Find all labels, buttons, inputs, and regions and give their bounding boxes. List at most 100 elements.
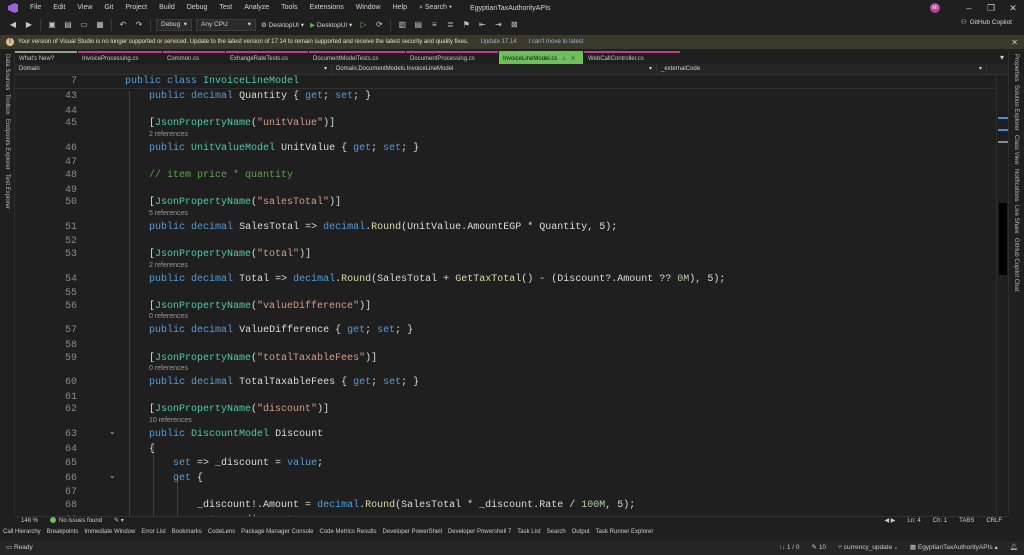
code-line[interactable]: [JsonPropertyName("total")] <box>149 249 311 260</box>
tool-window-task-runner-explorer[interactable]: Task Runner Explorer <box>593 527 657 538</box>
save-icon[interactable]: ▭ <box>77 18 91 32</box>
tab-invoicelinemodel-cs[interactable]: InvoiceLineModel.cs ⊥ ✕ <box>499 51 583 64</box>
codelens-references[interactable]: 0 references <box>149 365 188 372</box>
code-line[interactable]: public decimal TotalTaxableFees { get; s… <box>149 377 419 388</box>
layout-icon[interactable]: ▤ <box>411 18 425 32</box>
project-dropdown[interactable]: Domain ▾ <box>15 63 332 75</box>
menu-item-project[interactable]: Project <box>119 0 153 16</box>
uncomment-icon[interactable]: ≣ <box>443 18 457 32</box>
tool-window-breakpoints[interactable]: Breakpoints <box>44 527 82 538</box>
hot-reload-icon[interactable]: ⟳ <box>372 18 386 32</box>
tool-window-search[interactable]: Search <box>544 527 569 538</box>
code-line[interactable]: [JsonPropertyName("valueDifference")] <box>149 301 371 312</box>
codelens-references[interactable]: 10 references <box>149 417 192 424</box>
tool-window-developer-powershell-7[interactable]: Developer Powershell 7 <box>445 527 514 538</box>
type-dropdown[interactable]: Domain.DocumentModels.InvoiceLineModel ▾ <box>332 63 657 75</box>
clear-bookmarks-icon[interactable]: ⊠ <box>507 18 521 32</box>
forward-icon[interactable]: ▶ <box>22 18 36 32</box>
tool-window-package-manager-console[interactable]: Package Manager Console <box>238 527 316 538</box>
tab-documentmodeltests-cs[interactable]: DocumentModelTests.cs <box>309 51 405 64</box>
tool-window-output[interactable]: Output <box>569 527 593 538</box>
left-rail-toolbox[interactable]: Toolbox <box>4 94 10 115</box>
close-icon[interactable]: ✕ <box>1011 38 1018 47</box>
tab-documentprocessing-cs[interactable]: DocumentProcessing.cs <box>406 51 498 64</box>
close-icon[interactable]: ✕ <box>1002 0 1024 16</box>
update-link[interactable]: Update 17.14 <box>481 39 517 45</box>
code-line[interactable]: // item price * quantity <box>149 170 293 181</box>
right-rail-class-view[interactable]: Class View <box>1013 135 1019 165</box>
tab-webcallcontroller-cs[interactable]: WebCallController.cs <box>584 51 680 64</box>
codelens-references[interactable]: 2 references <box>149 262 188 269</box>
tool-window-task-list[interactable]: Task List <box>514 527 543 538</box>
tool-window-call-hierarchy[interactable]: Call Hierarchy <box>0 527 44 538</box>
startup-project-selector[interactable]: ⚙ DesktopUI ▾ <box>258 21 307 29</box>
code-line[interactable]: [JsonPropertyName("discount")] <box>149 404 329 415</box>
zoom-level[interactable]: 148 % <box>15 517 44 526</box>
prev-bookmark-icon[interactable]: ⇤ <box>475 18 489 32</box>
tool-window-codelens[interactable]: CodeLens <box>205 527 238 538</box>
platform-dropdown[interactable]: Any CPU ▾ <box>196 19 256 31</box>
indentation-indicator[interactable]: TABS <box>953 517 980 526</box>
open-folder-icon[interactable]: ▤ <box>61 18 75 32</box>
issues-indicator[interactable]: No issues found <box>44 517 108 526</box>
menu-item-debug[interactable]: Debug <box>181 0 214 16</box>
notifications-icon[interactable]: 🔔︎ <box>1004 541 1024 555</box>
codelens-references[interactable]: 2 references <box>149 131 188 138</box>
code-line[interactable]: public decimal Total => decimal.Round(Sa… <box>149 274 725 285</box>
tool-window-code-metrics-results[interactable]: Code Metrics Results <box>317 527 380 538</box>
next-bookmark-icon[interactable]: ⇥ <box>491 18 505 32</box>
collapse-chevron-icon[interactable]: ⌄ <box>109 471 116 480</box>
code-line[interactable]: set => _discount = value; <box>173 458 323 469</box>
undo-icon[interactable]: ↶ <box>116 18 130 32</box>
scrollbar-thumb[interactable] <box>999 203 1007 275</box>
code-line[interactable]: public decimal ValueDifference { get; se… <box>149 325 413 336</box>
line-ending-indicator[interactable]: CRLF <box>980 517 1008 526</box>
collapse-chevron-icon[interactable]: ⌄ <box>109 427 116 436</box>
new-project-icon[interactable]: ▣ <box>45 18 59 32</box>
code-line[interactable]: _discount!.Amount = decimal.Round(SalesT… <box>197 500 635 511</box>
comment-icon[interactable]: ≡ <box>427 18 441 32</box>
branch-selector[interactable]: ⑂ currency_update ▴ <box>832 541 904 555</box>
code-editor[interactable]: 7 public class InvoiceLineModel 43 public… <box>15 75 996 516</box>
github-copilot-button[interactable]: ⚇ GitHub Copilot <box>961 18 1012 27</box>
left-rail-endpoints-explorer[interactable]: Endpoints Explorer <box>4 119 10 170</box>
sticky-scroll-header[interactable]: 7 public class InvoiceLineModel <box>15 75 996 89</box>
menu-item-build[interactable]: Build <box>153 0 181 16</box>
right-rail-live-share[interactable]: Live Share <box>1013 205 1019 234</box>
start-without-debugging-icon[interactable]: ▷ <box>356 18 370 32</box>
code-line[interactable]: public decimal SalesTotal => decimal.Rou… <box>149 222 617 233</box>
back-icon[interactable]: ◀ <box>6 18 20 32</box>
navigate-icon[interactable]: ◀ ▶ <box>878 517 901 526</box>
account-avatar[interactable]: MI <box>930 3 940 13</box>
code-line[interactable]: [JsonPropertyName("unitValue")] <box>149 118 335 129</box>
column-indicator[interactable]: Ch: 1 <box>927 517 953 526</box>
brush-icon[interactable]: ✎ ▾ <box>108 517 130 526</box>
search-box[interactable]: ⌕ Search ▾ <box>413 4 458 12</box>
menu-item-edit[interactable]: Edit <box>47 0 71 16</box>
pending-changes-indicator[interactable]: ✎ 10 <box>806 541 833 555</box>
close-icon[interactable]: ✕ <box>571 56 576 62</box>
tab-exhangeratetests-cs[interactable]: ExhangeRateTests.cs <box>226 51 308 64</box>
right-rail-github-copilot-chat[interactable]: GitHub Copilot Chat <box>1013 238 1019 291</box>
tab-overflow-icon[interactable]: ▾ <box>1000 51 1004 64</box>
code-line[interactable]: [JsonPropertyName("totalTaxableFees")] <box>149 353 377 364</box>
menu-item-help[interactable]: Help <box>387 0 413 16</box>
bookmark-icon[interactable]: ⚑ <box>459 18 473 32</box>
menu-item-git[interactable]: Git <box>98 0 119 16</box>
right-rail-solution-explorer[interactable]: Solution Explorer <box>1013 85 1019 131</box>
tool-window-bookmarks[interactable]: Bookmarks <box>169 527 205 538</box>
right-rail-properties[interactable]: Properties <box>1013 54 1019 81</box>
member-dropdown[interactable]: _externalCode ▾ <box>657 63 987 75</box>
vertical-scrollbar[interactable] <box>996 75 1008 516</box>
menu-item-view[interactable]: View <box>71 0 98 16</box>
codelens-references[interactable]: 0 references <box>149 313 188 320</box>
menu-item-tools[interactable]: Tools <box>275 0 303 16</box>
menu-item-extensions[interactable]: Extensions <box>303 0 349 16</box>
restore-icon[interactable]: ❐ <box>980 0 1002 16</box>
code-line[interactable]: [JsonPropertyName("salesTotal")] <box>149 197 341 208</box>
tab-invoiceprocessing-cs[interactable]: InvoiceProcessing.cs <box>78 51 162 64</box>
line-indicator[interactable]: Ln: 4 <box>901 517 926 526</box>
menu-item-test[interactable]: Test <box>213 0 238 16</box>
menu-item-file[interactable]: File <box>24 0 47 16</box>
minimize-icon[interactable]: – <box>958 0 980 16</box>
